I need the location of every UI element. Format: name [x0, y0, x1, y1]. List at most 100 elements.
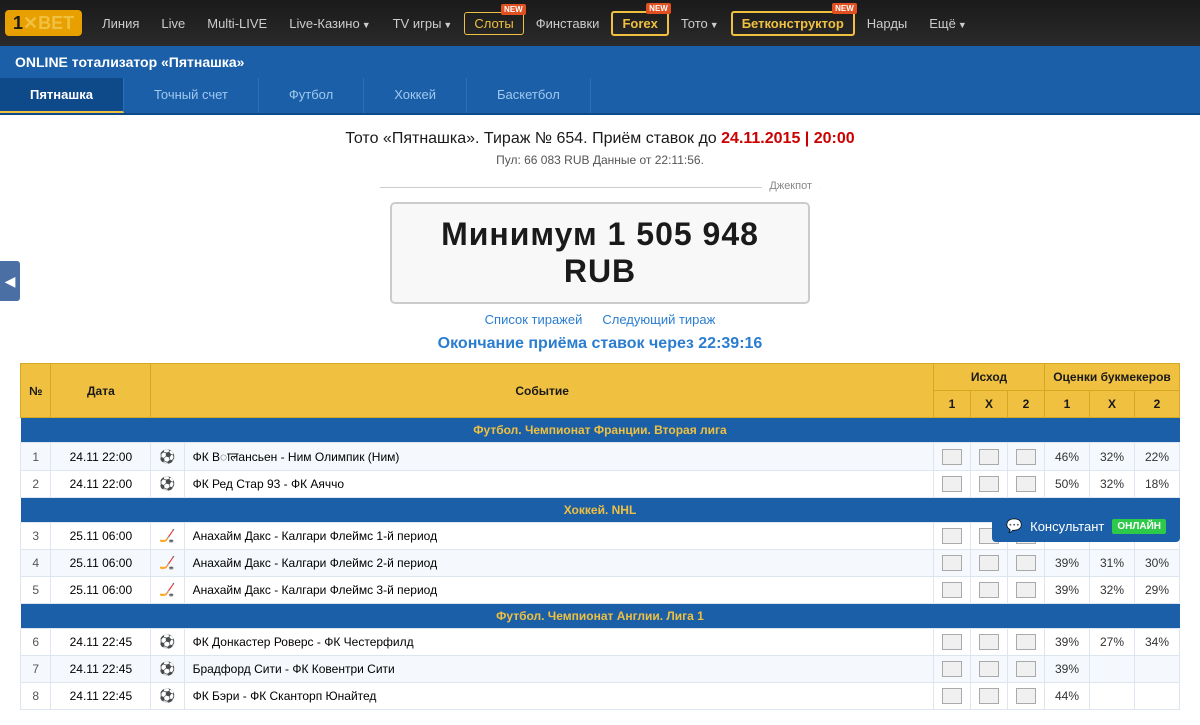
col-odds-1: 1 — [1045, 391, 1090, 418]
nav-nardy[interactable]: Нарды — [857, 12, 917, 35]
odds-2: 30% — [1135, 550, 1180, 577]
checkbox-x[interactable] — [971, 683, 1008, 710]
link-next-draw[interactable]: Следующий тираж — [602, 312, 715, 327]
link-list-draws[interactable]: Список тиражей — [485, 312, 583, 327]
table-row: 8 24.11 22:45 ⚽ ФК Бэри - ФК Сканторп Юн… — [21, 683, 1180, 710]
odds-1: 46% — [1045, 443, 1090, 471]
col-odds-group: Оценки букмекеров — [1045, 364, 1180, 391]
col-num: № — [21, 364, 51, 418]
odds-x — [1090, 683, 1135, 710]
toto-title: Тото «Пятнашка». Тираж № 654. Приём став… — [20, 130, 1180, 148]
checkbox-x[interactable] — [971, 443, 1008, 471]
odds-x: 32% — [1090, 577, 1135, 604]
checkbox-x[interactable] — [971, 656, 1008, 683]
checkbox-2[interactable] — [1008, 550, 1045, 577]
checkbox-2[interactable] — [1008, 683, 1045, 710]
checkbox-1[interactable] — [934, 656, 971, 683]
checkbox-1[interactable] — [934, 550, 971, 577]
dropdown-arrow-toto-icon: ▼ — [710, 20, 719, 30]
nav-tv-games[interactable]: TV игры▼ — [383, 12, 463, 35]
odds-2: 29% — [1135, 577, 1180, 604]
sport-icon: 🏒 — [151, 523, 184, 550]
nav-betconstructor[interactable]: Бетконструктор — [731, 11, 855, 36]
odds-1: 44% — [1045, 683, 1090, 710]
tabs-bar: Пятнашка Точный счет Футбол Хоккей Баске… — [0, 78, 1200, 115]
row-date: 24.11 22:00 — [51, 471, 151, 498]
jackpot-amount: Минимум 1 505 948 RUB — [412, 216, 788, 290]
row-num: 2 — [21, 471, 51, 498]
odds-2 — [1135, 656, 1180, 683]
sport-icon: ⚽ — [151, 683, 184, 710]
nav-betconstructor-wrapper: NEW Бетконструктор — [731, 11, 855, 36]
row-num: 6 — [21, 629, 51, 656]
tab-basketball[interactable]: Баскетбол — [467, 78, 591, 113]
tab-pyatnashka[interactable]: Пятнашка — [0, 78, 124, 113]
consultant-label: Консультант — [1030, 519, 1104, 534]
main-content: ONLINE тотализатор «Пятнашка» Пятнашка Т… — [0, 46, 1200, 725]
consultant-widget[interactable]: 💬 Консультант ОНЛАЙН — [992, 510, 1180, 542]
checkbox-2[interactable] — [1008, 577, 1045, 604]
odds-1: 39% — [1045, 550, 1090, 577]
jackpot-box: Минимум 1 505 948 RUB — [390, 202, 810, 304]
col-event: Событие — [151, 364, 934, 418]
row-date: 25.11 06:00 — [51, 550, 151, 577]
odds-2: 34% — [1135, 629, 1180, 656]
jackpot-label: Джекпот — [769, 180, 812, 192]
nav-forex[interactable]: Forex — [611, 11, 668, 36]
table-row: 2 24.11 22:00 ⚽ ФК Ред Стар 93 - ФК Аячч… — [21, 471, 1180, 498]
checkbox-1[interactable] — [934, 629, 971, 656]
tab-tochny-schet[interactable]: Точный счет — [124, 78, 259, 113]
nav-live-casino[interactable]: Live-Казино▼ — [279, 12, 380, 35]
online-badge: ОНЛАЙН — [1112, 519, 1166, 534]
col-iskhod-group: Исход — [934, 364, 1045, 391]
checkbox-2[interactable] — [1008, 629, 1045, 656]
table-row: 1 24.11 22:00 ⚽ ФК Вालансьен - Ним Олимп… — [21, 443, 1180, 471]
row-date: 24.11 22:45 — [51, 683, 151, 710]
sport-icon: 🏒 — [151, 550, 184, 577]
row-event: ФК Ред Стар 93 - ФК Аяччо — [184, 471, 933, 498]
checkbox-x[interactable] — [971, 577, 1008, 604]
toto-deadline: 24.11.2015 | 20:00 — [721, 130, 854, 147]
checkbox-1[interactable] — [934, 683, 971, 710]
tab-hockey[interactable]: Хоккей — [364, 78, 467, 113]
row-num: 7 — [21, 656, 51, 683]
checkbox-1[interactable] — [934, 577, 971, 604]
row-num: 3 — [21, 523, 51, 550]
row-event: ФК Бэри - ФК Сканторп Юнайтед — [184, 683, 933, 710]
odds-x: 27% — [1090, 629, 1135, 656]
row-num: 4 — [21, 550, 51, 577]
checkbox-2[interactable] — [1008, 656, 1045, 683]
checkbox-x[interactable] — [971, 550, 1008, 577]
nav-liniya[interactable]: Линия — [92, 12, 149, 35]
nav-multilive[interactable]: Multi-LIVE — [197, 12, 277, 35]
row-num: 5 — [21, 577, 51, 604]
checkbox-1[interactable] — [934, 523, 971, 550]
scroll-left-button[interactable]: ◀ — [0, 261, 20, 301]
checkbox-x[interactable] — [971, 629, 1008, 656]
col-outcome-1: 1 — [934, 391, 971, 418]
logo[interactable]: 1✕BET — [5, 10, 82, 36]
row-event: ФК Донкастер Роверс - ФК Честерфилд — [184, 629, 933, 656]
col-date: Дата — [51, 364, 151, 418]
top-navigation: 1✕BET Линия Live Multi-LIVE Live-Казино▼… — [0, 0, 1200, 46]
page-header-text: ONLINE тотализатор «Пятнашка» — [15, 54, 244, 70]
nav-finstaki[interactable]: Финставки — [526, 12, 610, 35]
checkbox-1[interactable] — [934, 443, 971, 471]
checkbox-2[interactable] — [1008, 443, 1045, 471]
sport-icon: 🏒 — [151, 577, 184, 604]
checkbox-2[interactable] — [1008, 471, 1045, 498]
tab-football[interactable]: Футбол — [259, 78, 364, 113]
countdown-timer: Окончание приёма ставок через 22:39:16 — [20, 335, 1180, 353]
checkbox-1[interactable] — [934, 471, 971, 498]
checkbox-x[interactable] — [971, 471, 1008, 498]
row-date: 24.11 22:00 — [51, 443, 151, 471]
odds-x — [1090, 656, 1135, 683]
odds-2: 18% — [1135, 471, 1180, 498]
consultant-icon: 💬 — [1006, 518, 1022, 534]
nav-slots[interactable]: Слоты — [464, 12, 523, 35]
col-outcome-2: 2 — [1008, 391, 1045, 418]
nav-more[interactable]: Ещё▼ — [919, 12, 977, 35]
nav-toto[interactable]: Тото▼ — [671, 12, 729, 35]
nav-live[interactable]: Live — [151, 12, 195, 35]
group-header: Футбол. Чемпионат Англии. Лига 1 — [21, 604, 1180, 629]
